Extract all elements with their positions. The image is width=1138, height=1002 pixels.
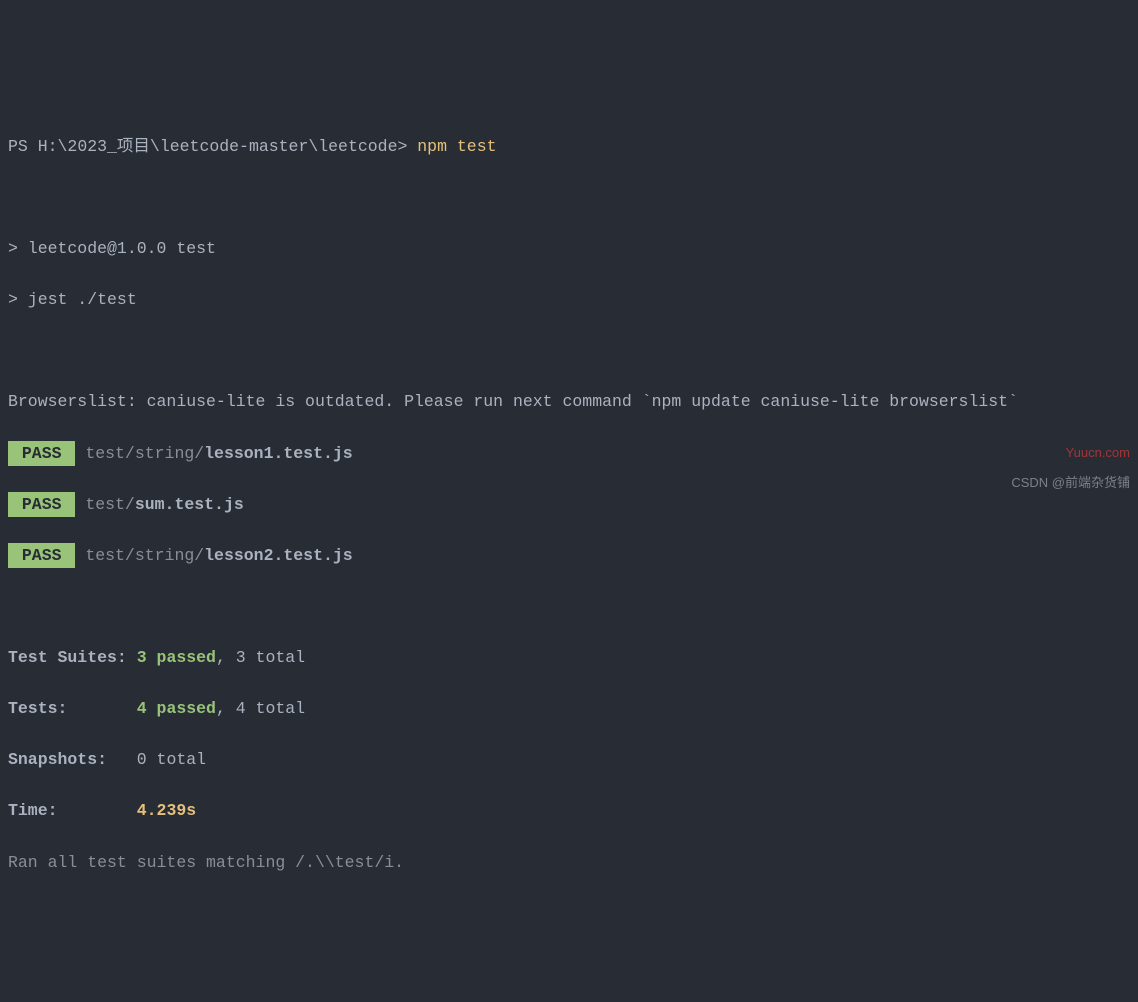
summary-value: 0 total <box>137 750 206 769</box>
summary-passed: 3 passed <box>137 648 216 667</box>
npm-script-line: > jest ./test <box>8 287 1130 313</box>
summary-tests: Tests: 4 passed, 4 total <box>8 696 1130 722</box>
footer-line: Ran all test suites matching /.\\test/i. <box>8 850 1130 876</box>
blank-line <box>8 338 1130 364</box>
ps-prefix: PS <box>8 137 38 156</box>
blank-line <box>8 185 1130 211</box>
test-result-line: PASS test/sum.test.js <box>8 492 1130 518</box>
test-file: lesson1.test.js <box>204 444 353 463</box>
pass-badge: PASS <box>8 492 75 518</box>
summary-passed: 4 passed <box>137 699 216 718</box>
summary-label: Tests: <box>8 699 137 718</box>
terminal-output: PS H:\2023_项目\leetcode-master\leetcode> … <box>8 108 1130 900</box>
browserslist-warning: Browserslist: caniuse-lite is outdated. … <box>8 389 1130 415</box>
summary-snapshots: Snapshots: 0 total <box>8 747 1130 773</box>
test-result-line: PASS test/string/lesson2.test.js <box>8 543 1130 569</box>
test-file: sum.test.js <box>135 495 244 514</box>
test-result-line: PASS test/string/lesson1.test.js <box>8 441 1130 467</box>
prompt-line: PS H:\2023_项目\leetcode-master\leetcode> … <box>8 134 1130 160</box>
test-path-prefix: test/ <box>85 495 135 514</box>
command-text: npm test <box>417 137 496 156</box>
test-path-prefix: test/string/ <box>85 444 204 463</box>
test-path-prefix: test/string/ <box>85 546 204 565</box>
blank-line <box>8 594 1130 620</box>
summary-value: 4.239s <box>137 801 196 820</box>
summary-rest: , 4 total <box>216 699 305 718</box>
summary-time: Time: 4.239s <box>8 798 1130 824</box>
summary-label: Time: <box>8 801 137 820</box>
test-file: lesson2.test.js <box>204 546 353 565</box>
summary-label: Test Suites: <box>8 648 137 667</box>
watermark-csdn: CSDN @前端杂货铺 <box>1011 473 1130 493</box>
npm-script-line: > leetcode@1.0.0 test <box>8 236 1130 262</box>
watermark-yuucn: Yuucn.com <box>1066 443 1130 463</box>
pass-badge: PASS <box>8 543 75 569</box>
cwd-path: H:\2023_项目\leetcode-master\leetcode> <box>38 137 418 156</box>
summary-rest: , 3 total <box>216 648 305 667</box>
pass-badge: PASS <box>8 441 75 467</box>
summary-suites: Test Suites: 3 passed, 3 total <box>8 645 1130 671</box>
summary-label: Snapshots: <box>8 750 137 769</box>
